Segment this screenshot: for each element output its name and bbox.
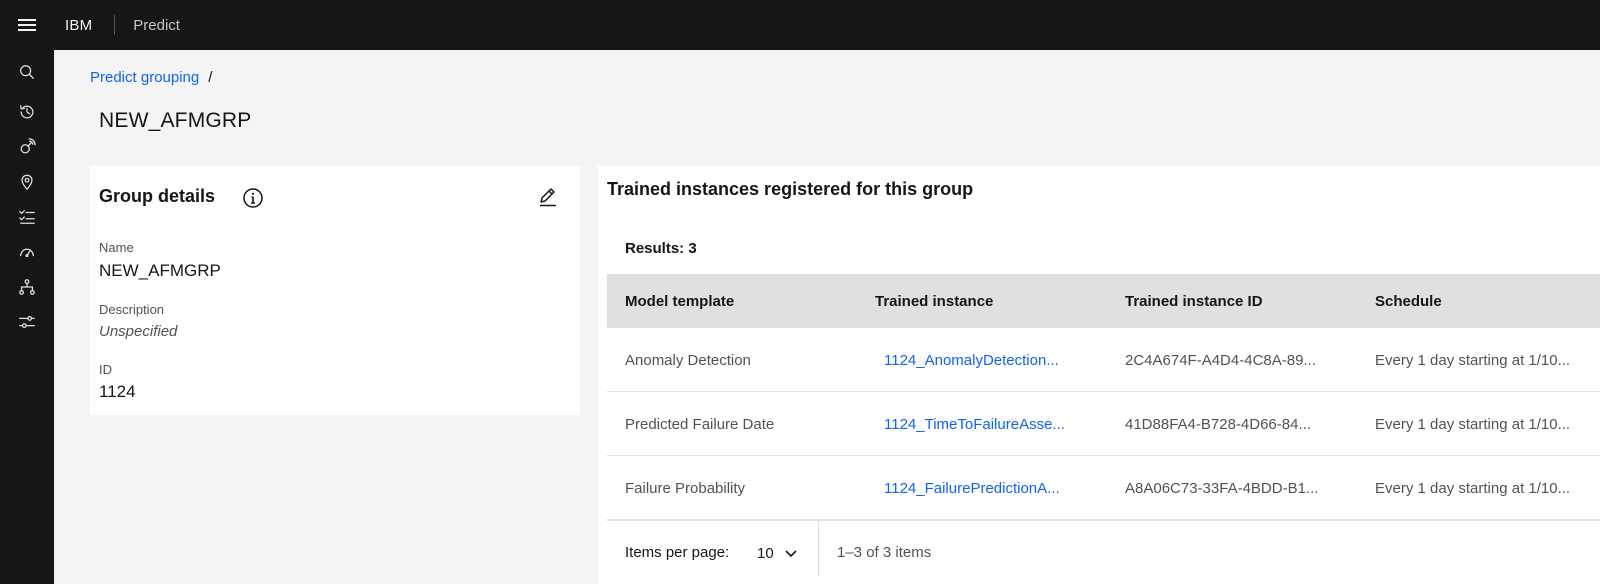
brand-name[interactable]: IBM xyxy=(65,17,92,34)
gauge-icon[interactable] xyxy=(17,242,37,262)
column-header-trained-instance[interactable]: Trained instance xyxy=(875,293,993,310)
description-value: Unspecified xyxy=(99,323,178,340)
breadcrumb-link-predict-grouping[interactable]: Predict grouping xyxy=(90,69,199,86)
results-count: Results: 3 xyxy=(625,240,697,257)
checklist-icon[interactable] xyxy=(17,207,37,227)
table-row: Anomaly Detection 1124_AnomalyDetection.… xyxy=(607,328,1600,392)
chevron-down-icon xyxy=(785,550,797,558)
cell-schedule: Every 1 day starting at 1/10... xyxy=(1375,480,1571,497)
group-details-title: Group details xyxy=(99,186,216,206)
history-icon[interactable] xyxy=(17,102,37,122)
cell-schedule: Every 1 day starting at 1/10... xyxy=(1375,352,1571,369)
table-title: Trained instances registered for this gr… xyxy=(607,179,974,199)
pagination-range: 1–3 of 3 items xyxy=(837,544,932,561)
name-label: Name xyxy=(99,240,134,255)
id-value: 1124 xyxy=(99,382,136,401)
cell-schedule: Every 1 day starting at 1/10... xyxy=(1375,416,1571,433)
hamburger-menu-icon[interactable] xyxy=(0,0,54,50)
group-details-card: Group details Name NEW_AFMGRP Descriptio… xyxy=(90,166,580,415)
cell-trained-instance-id: A8A06C73-33FA-4BDD-B1... xyxy=(1125,480,1319,497)
location-icon[interactable] xyxy=(17,172,37,192)
product-name[interactable]: Predict xyxy=(133,17,180,34)
hierarchy-icon[interactable] xyxy=(17,277,37,297)
satellite-icon[interactable] xyxy=(17,137,37,157)
table-row: Failure Probability 1124_FailurePredicti… xyxy=(607,456,1600,520)
side-navigation xyxy=(0,50,54,584)
pagination: Items per page: 10 1–3 of 3 items xyxy=(607,520,1600,584)
breadcrumb-separator: / xyxy=(208,69,213,86)
column-header-model-template[interactable]: Model template xyxy=(625,293,734,310)
cell-model-template: Anomaly Detection xyxy=(625,352,751,369)
items-per-page-label: Items per page: xyxy=(625,544,730,561)
cell-model-template: Predicted Failure Date xyxy=(625,416,775,433)
column-header-trained-instance-id[interactable]: Trained instance ID xyxy=(1125,293,1263,310)
name-value: NEW_AFMGRP xyxy=(99,261,221,280)
cell-trained-instance-id: 2C4A674F-A4D4-4C8A-89... xyxy=(1125,352,1316,369)
table-row: Predicted Failure Date 1124_TimeToFailur… xyxy=(607,392,1600,456)
sliders-icon[interactable] xyxy=(17,312,37,332)
trained-instance-link[interactable]: 1124_AnomalyDetection... xyxy=(884,352,1059,369)
cell-trained-instance-id: 41D88FA4-B728-4D66-84... xyxy=(1125,416,1311,433)
items-per-page-value: 10 xyxy=(757,544,774,562)
page-title: NEW_AFMGRP xyxy=(99,109,252,132)
breadcrumb: Predict grouping / xyxy=(90,69,212,86)
items-per-page-select[interactable]: 10 xyxy=(757,535,817,571)
trained-instance-link[interactable]: 1124_FailurePredictionA... xyxy=(884,480,1060,497)
trained-instances-panel: Trained instances registered for this gr… xyxy=(598,166,1600,584)
search-icon[interactable] xyxy=(17,62,37,82)
description-label: Description xyxy=(99,302,165,317)
top-header: IBM Predict xyxy=(0,0,1600,50)
pagination-divider xyxy=(818,521,819,577)
table-header: Model template Trained instance Trained … xyxy=(607,274,1600,328)
cell-model-template: Failure Probability xyxy=(625,480,746,497)
column-header-schedule[interactable]: Schedule xyxy=(1375,293,1442,310)
trained-instance-link[interactable]: 1124_TimeToFailureAsse... xyxy=(884,416,1065,433)
header-divider xyxy=(114,15,116,35)
edit-icon[interactable] xyxy=(536,185,560,209)
info-icon[interactable] xyxy=(242,187,264,209)
id-label: ID xyxy=(99,362,112,377)
